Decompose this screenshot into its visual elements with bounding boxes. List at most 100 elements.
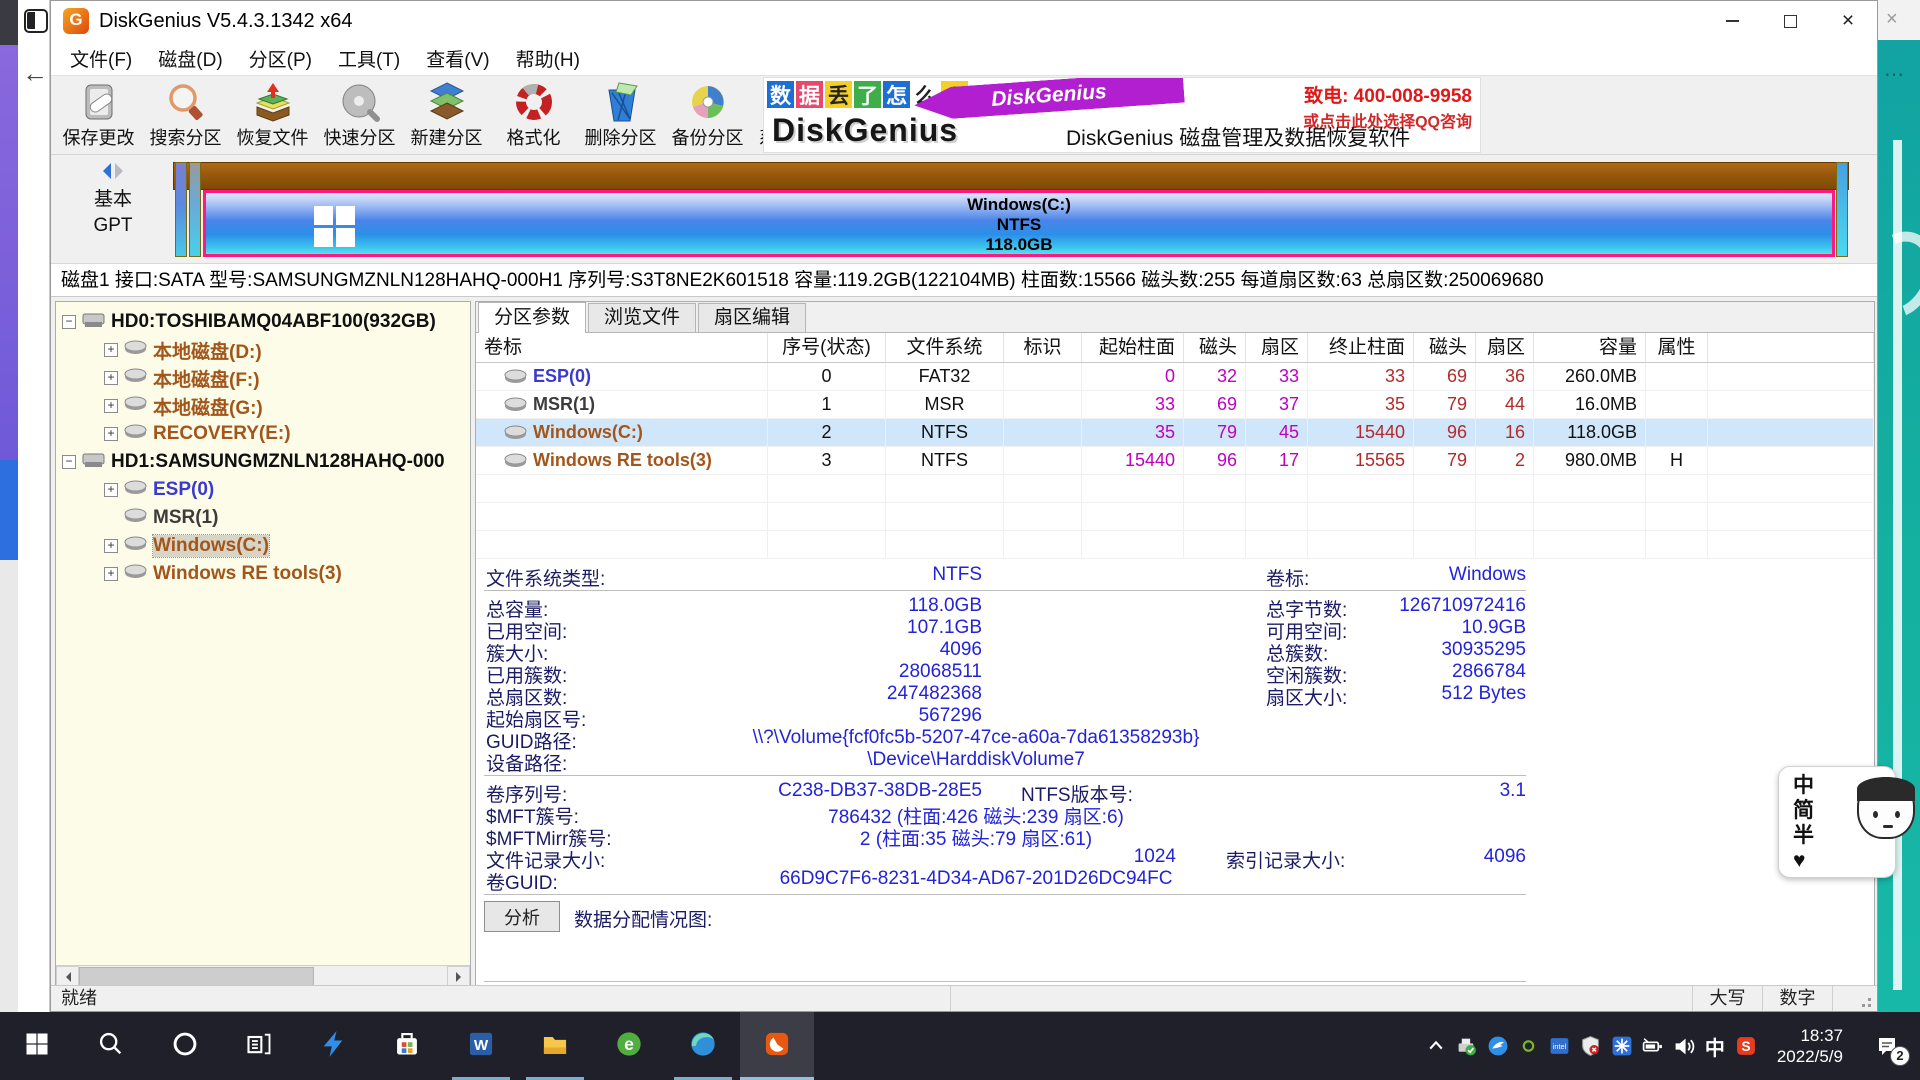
background-window-left-strip bbox=[0, 560, 18, 1012]
tab-sector-edit[interactable]: 扇区编辑 bbox=[698, 303, 806, 332]
taskbar-browser-360-button[interactable]: e bbox=[592, 1012, 666, 1080]
toolbar-save-button[interactable]: 保存更改 bbox=[55, 76, 142, 154]
plus-expander-icon[interactable]: + bbox=[104, 483, 118, 497]
column-header: 属性 bbox=[1646, 333, 1708, 362]
menu-partition[interactable]: 分区(P) bbox=[236, 45, 325, 72]
plus-expander-icon[interactable]: + bbox=[104, 371, 118, 385]
tree-item--d-[interactable]: +本地磁盘(D:) bbox=[56, 336, 470, 364]
menubar: 文件(F)磁盘(D)分区(P)工具(T)查看(V)帮助(H) bbox=[51, 41, 1877, 75]
plus-expander-icon[interactable]: + bbox=[104, 399, 118, 413]
battery-icon[interactable] bbox=[1641, 1034, 1665, 1058]
partition-block-esp[interactable] bbox=[175, 162, 187, 257]
taskbar-store-button[interactable] bbox=[370, 1012, 444, 1080]
separator-line bbox=[484, 775, 1526, 776]
nvidia-icon[interactable] bbox=[1517, 1034, 1541, 1058]
taskbar-diskgenius-button[interactable] bbox=[740, 1012, 814, 1080]
backup-icon bbox=[686, 81, 730, 123]
close-button[interactable]: × bbox=[1819, 1, 1877, 41]
tree-item-recovery-e-[interactable]: +RECOVERY(E:) bbox=[56, 420, 470, 448]
next-disk-icon[interactable] bbox=[115, 163, 131, 179]
toolbar-newpart-button[interactable]: 新建分区 bbox=[403, 76, 490, 154]
analyze-button[interactable]: 分析 bbox=[484, 901, 560, 932]
detail-value: 66D9C7F6-8231-4D34-AD67-201D26DC94FC bbox=[656, 868, 1296, 890]
taskbar-word-button[interactable]: W bbox=[444, 1012, 518, 1080]
table-cell: 0 bbox=[768, 363, 886, 390]
menu-help[interactable]: 帮助(H) bbox=[503, 45, 593, 72]
detail-row: 设备路径:\Device\HarddiskVolume7 bbox=[476, 749, 1874, 771]
toolbar-quick-button[interactable]: 快速分区 bbox=[316, 76, 403, 154]
prev-disk-icon[interactable] bbox=[95, 163, 111, 179]
tree-item-windows-re-tools-3-[interactable]: +Windows RE tools(3) bbox=[56, 560, 470, 588]
plus-expander-icon[interactable]: + bbox=[104, 343, 118, 357]
toolbar-search-button[interactable]: 搜索分区 bbox=[142, 76, 229, 154]
taskbar-file-explorer-button[interactable] bbox=[518, 1012, 592, 1080]
tree-item-hd0-toshibamq04abf100-932gb-[interactable]: −HD0:TOSHIBAMQ04ABF100(932GB) bbox=[56, 308, 470, 336]
search-icon bbox=[97, 1030, 125, 1063]
detail-value: 3.1 bbox=[1396, 780, 1526, 802]
plus-expander-icon[interactable]: + bbox=[104, 539, 118, 553]
security-icon[interactable] bbox=[1579, 1034, 1603, 1058]
taskbar-flash-app-button[interactable] bbox=[296, 1012, 370, 1080]
taskbar-edge-button[interactable] bbox=[666, 1012, 740, 1080]
snowflake-icon[interactable] bbox=[1610, 1034, 1634, 1058]
app-bird-icon[interactable] bbox=[1486, 1034, 1510, 1058]
intel-icon[interactable]: intel bbox=[1548, 1034, 1572, 1058]
table-cell bbox=[1004, 419, 1082, 446]
table-row-esp-0-[interactable]: ESP(0)0FAT3203233336936260.0MB bbox=[476, 363, 1874, 391]
tree-item-windows-c-[interactable]: +Windows(C:) bbox=[56, 532, 470, 560]
resize-grip[interactable] bbox=[1833, 986, 1877, 1011]
notification-center-button[interactable]: 2 bbox=[1860, 1012, 1914, 1080]
tab-browse-files[interactable]: 浏览文件 bbox=[588, 303, 696, 332]
tree-item--f-[interactable]: +本地磁盘(F:) bbox=[56, 364, 470, 392]
table-row-windows-c-[interactable]: Windows(C:)2NTFS357945154409616118.0GB bbox=[476, 419, 1874, 447]
taskbar-cortana-button[interactable] bbox=[148, 1012, 222, 1080]
partition-block-msr[interactable] bbox=[189, 162, 201, 257]
empty-cell bbox=[476, 475, 768, 502]
tree-item-msr-1-[interactable]: MSR(1) bbox=[56, 504, 470, 532]
detail-row: 卷序列号:C238-DB37-38DB-28E5NTFS版本号:3.1 bbox=[476, 780, 1874, 802]
ad-banner[interactable]: 数据丢了怎么! DiskGenius 致电: 400-008-9958 或点击此… bbox=[763, 77, 1481, 153]
toolbar-recover-button[interactable]: 恢复文件 bbox=[229, 76, 316, 154]
status-capslock: 大写 bbox=[1693, 986, 1763, 1011]
toolbar-format-button[interactable]: 格式化 bbox=[490, 76, 577, 154]
diskgenius-window: DiskGenius V5.4.3.1342 x64 × 文件(F)磁盘(D)分… bbox=[50, 0, 1878, 1012]
menu-disk[interactable]: 磁盘(D) bbox=[145, 45, 235, 72]
table-row-msr-1-[interactable]: MSR(1)1MSR33693735794416.0MB bbox=[476, 391, 1874, 419]
printer-icon[interactable] bbox=[1455, 1034, 1479, 1058]
tab-partition-params[interactable]: 分区参数 bbox=[478, 302, 586, 333]
menu-tools[interactable]: 工具(T) bbox=[325, 45, 413, 72]
minus-expander-icon[interactable]: − bbox=[62, 455, 76, 469]
ime-language-indicator[interactable]: 中 bbox=[1703, 1034, 1727, 1058]
sogou-icon[interactable]: S bbox=[1734, 1034, 1758, 1058]
plus-expander-icon[interactable]: + bbox=[104, 567, 118, 581]
tray-expand-icon[interactable] bbox=[1424, 1034, 1448, 1058]
minimize-button[interactable] bbox=[1703, 1, 1761, 41]
windows-icon bbox=[23, 1030, 51, 1063]
plus-expander-icon[interactable]: + bbox=[104, 427, 118, 441]
toolbar-delete-button[interactable]: 删除分区 bbox=[577, 76, 664, 154]
table-row-windows-re-tools-3-[interactable]: Windows RE tools(3)3NTFS1544096171556579… bbox=[476, 447, 1874, 475]
toolbar-backup-button[interactable]: 备份分区 bbox=[664, 76, 751, 154]
taskbar-search-button[interactable] bbox=[74, 1012, 148, 1080]
ime-status-widget[interactable]: 中简半♥ bbox=[1778, 766, 1896, 878]
empty-table-row bbox=[476, 531, 1874, 559]
volume-icon[interactable] bbox=[1672, 1034, 1696, 1058]
desktop-left-dark bbox=[0, 0, 18, 45]
table-cell bbox=[1004, 391, 1082, 418]
tree-item-esp-0-[interactable]: +ESP(0) bbox=[56, 476, 470, 504]
menu-view[interactable]: 查看(V) bbox=[413, 45, 502, 72]
table-cell: 79 bbox=[1184, 419, 1246, 446]
partition-block-windows-c[interactable]: Windows(C:) NTFS 118.0GB bbox=[203, 190, 1835, 257]
menu-file[interactable]: 文件(F) bbox=[57, 45, 145, 72]
tree-item-hd1-samsungmznln128hahq-000[interactable]: −HD1:SAMSUNGMZNLN128HAHQ-000 bbox=[56, 448, 470, 476]
tree-item--g-[interactable]: +本地磁盘(G:) bbox=[56, 392, 470, 420]
scrollbar-thumb[interactable] bbox=[79, 967, 314, 987]
maximize-button[interactable] bbox=[1761, 1, 1819, 41]
taskbar-start-button[interactable] bbox=[0, 1012, 74, 1080]
background-tab-icon bbox=[24, 9, 48, 33]
taskbar-task-view-button[interactable] bbox=[222, 1012, 296, 1080]
partition-block-re-tools[interactable] bbox=[1836, 162, 1848, 257]
taskbar-clock[interactable]: 18:37 2022/5/9 bbox=[1777, 1025, 1843, 1067]
table-cell: 3 bbox=[768, 447, 886, 474]
minus-expander-icon[interactable]: − bbox=[62, 315, 76, 329]
